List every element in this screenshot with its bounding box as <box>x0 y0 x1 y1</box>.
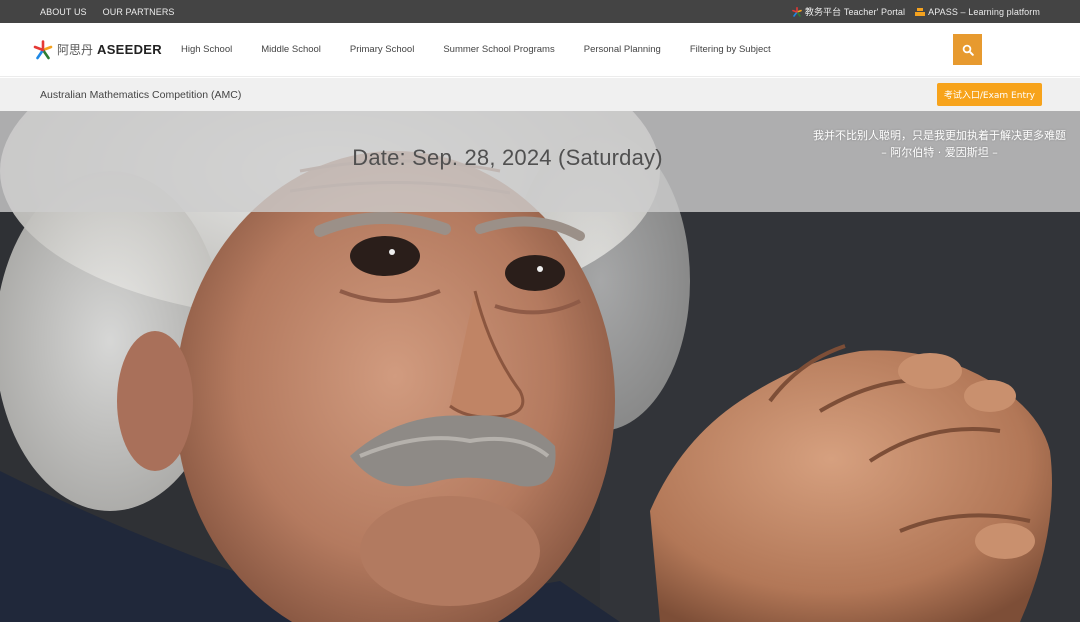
nav-menu: High School Middle School Primary School… <box>181 44 800 55</box>
apass-label: APASS – Learning platform <box>928 6 1040 17</box>
nav-item-personal-planning[interactable]: Personal Planning <box>584 44 661 55</box>
hero-quote: 我并不比别人聪明，只是我更加执着于解决更多难题 – 阿尔伯特 · 爱因斯坦 – <box>813 127 1066 161</box>
exam-entry-button[interactable]: 考试入口/Exam Entry <box>936 83 1042 106</box>
quote-text: 我并不比别人聪明，只是我更加执着于解决更多难题 <box>813 129 1066 142</box>
nav-item-middle-school[interactable]: Middle School <box>261 44 321 55</box>
nav-item-primary-school[interactable]: Primary School <box>350 44 414 55</box>
search-button[interactable] <box>953 34 982 65</box>
teacher-portal-link[interactable]: 教务平台 Teacher' Portal <box>792 5 905 18</box>
nav-item-high-school[interactable]: High School <box>181 44 232 55</box>
aseeder-star-icon <box>792 6 802 17</box>
nav-item-summer-school[interactable]: Summer School Programs <box>443 44 554 55</box>
aseeder-logo-icon <box>33 39 53 59</box>
brand-name-en: ASEEDER <box>97 42 162 57</box>
apass-link[interactable]: APASS – Learning platform <box>915 7 1040 17</box>
hero-banner: Date: Sep. 28, 2024 (Saturday) 我并不比别人聪明，… <box>0 111 1080 622</box>
about-us-link[interactable]: ABOUT US <box>40 7 87 17</box>
top-links-right: 教务平台 Teacher' Portal APASS – Learning pl… <box>792 5 1040 18</box>
brand-logo[interactable]: 阿思丹 ASEEDER <box>33 39 181 60</box>
search-icon <box>962 44 974 56</box>
page-title: Australian Mathematics Competition (AMC) <box>40 88 242 101</box>
quote-author: – 阿尔伯特 · 爱因斯坦 – <box>881 146 998 159</box>
page-subheader: Australian Mathematics Competition (AMC)… <box>0 78 1080 111</box>
nav-item-filter-subject[interactable]: Filtering by Subject <box>690 44 771 55</box>
our-partners-link[interactable]: OUR PARTNERS <box>103 7 175 17</box>
top-utility-bar: ABOUT US OUR PARTNERS 教务平台 Teacher' Port… <box>0 0 1080 23</box>
teacher-portal-label: 教务平台 Teacher' Portal <box>804 7 906 17</box>
brand-name-cn: 阿思丹 <box>57 43 94 57</box>
main-navbar: 阿思丹 ASEEDER High School Middle School Pr… <box>0 23 1080 77</box>
apass-logo-icon <box>915 8 926 16</box>
top-links-left: ABOUT US OUR PARTNERS <box>40 7 175 17</box>
